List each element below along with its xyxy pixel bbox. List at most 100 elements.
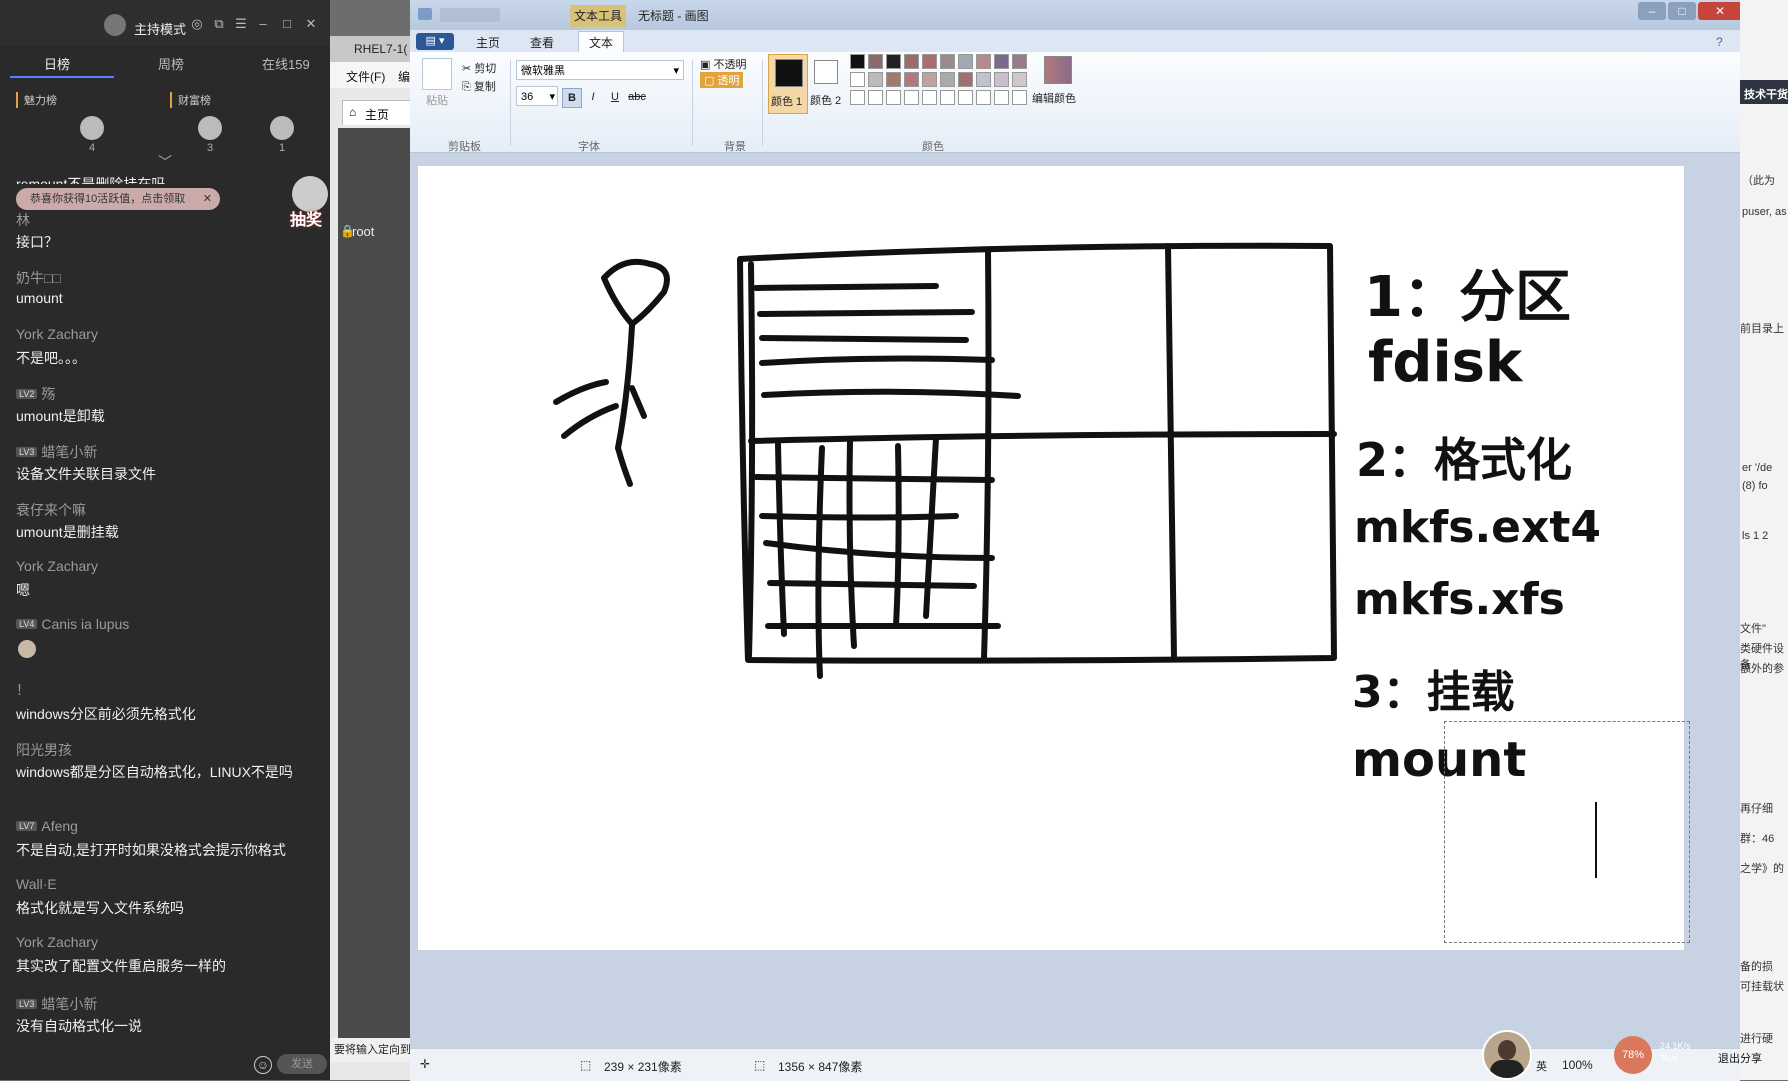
menu-icon[interactable]: ☰ — [234, 17, 248, 31]
palette-swatch[interactable] — [922, 54, 937, 69]
chat-username-row[interactable]: LV3 蜡笔小新 — [16, 994, 97, 1014]
performance-meter[interactable]: 78% — [1614, 1036, 1652, 1074]
edit-colors-icon[interactable] — [1044, 56, 1072, 84]
reward-toast[interactable]: 恭喜你获得10活跃值，点击领取 ✕ — [16, 188, 220, 210]
rank-avatar[interactable] — [198, 116, 222, 140]
chat-username[interactable]: York Zachary — [16, 934, 98, 950]
palette-swatch[interactable] — [868, 90, 883, 105]
paint-titlebar[interactable]: 文本工具 无标题 - 画图 – □ ✕ — [410, 0, 1742, 30]
palette-swatch[interactable] — [886, 90, 901, 105]
chat-username-row[interactable]: LV4 Canis ia lupus — [16, 616, 129, 632]
cut-button[interactable]: ✂ 剪切 — [462, 60, 496, 76]
charm-rank-header[interactable]: 魅力榜 — [16, 92, 57, 108]
palette-swatch[interactable] — [922, 90, 937, 105]
file-menu-button[interactable]: ▤ ▾ — [416, 33, 454, 50]
palette-swatch[interactable] — [940, 90, 955, 105]
palette-swatch[interactable] — [868, 54, 883, 69]
palette-swatch[interactable] — [994, 90, 1009, 105]
italic-button[interactable]: I — [584, 88, 602, 106]
chat-username[interactable]: 衰仔来个嘛 — [16, 500, 86, 520]
minimize-icon[interactable]: – — [256, 17, 270, 31]
palette-swatch[interactable] — [976, 90, 991, 105]
palette-swatch[interactable] — [868, 72, 883, 87]
paint-app-icon[interactable] — [418, 8, 432, 20]
palette-swatch[interactable] — [958, 54, 973, 69]
rank-avatar[interactable] — [80, 116, 104, 140]
chat-username[interactable]: Wall·E — [16, 876, 57, 892]
maximize-button[interactable]: □ — [1668, 2, 1696, 20]
palette-swatch[interactable] — [886, 72, 901, 87]
paste-label[interactable]: 粘贴 — [426, 92, 448, 108]
tab-online[interactable]: 在线159 — [262, 54, 310, 73]
wealth-rank-header[interactable]: 财富榜 — [170, 92, 211, 108]
palette-swatch[interactable] — [976, 54, 991, 69]
tab-text[interactable]: 文本 — [578, 31, 625, 53]
chat-username-row[interactable]: LV7 Afeng — [16, 818, 78, 834]
popout-icon[interactable]: ⧉ — [212, 17, 226, 31]
palette-swatch[interactable] — [1012, 54, 1027, 69]
quick-access-toolbar[interactable] — [440, 8, 500, 22]
vm-console[interactable] — [338, 128, 410, 1048]
palette-swatch[interactable] — [886, 54, 901, 69]
palette-swatch[interactable] — [850, 90, 865, 105]
login-user[interactable]: root — [352, 224, 374, 239]
stop-sharing-button[interactable]: 退出分享 — [1718, 1050, 1762, 1066]
palette-swatch[interactable] — [994, 54, 1009, 69]
help-icon[interactable]: ? — [1716, 35, 1723, 49]
zoom-level[interactable]: 100% — [1562, 1058, 1593, 1072]
strikethrough-button[interactable]: abc — [628, 88, 646, 106]
close-icon[interactable]: ✕ — [304, 17, 318, 31]
palette-swatch[interactable] — [976, 72, 991, 87]
chat-username[interactable]: 阳光男孩 — [16, 740, 72, 760]
underline-button[interactable]: U — [606, 88, 624, 106]
emoji-icon[interactable]: ☺ — [254, 1056, 272, 1074]
chat-username[interactable]: 林 — [16, 210, 30, 230]
palette-swatch[interactable] — [958, 90, 973, 105]
color2-button[interactable]: 颜色 2 — [810, 54, 842, 112]
font-family-select[interactable]: 微软雅黑 ▾ — [516, 60, 684, 80]
palette-swatch[interactable] — [940, 54, 955, 69]
chat-username-row[interactable]: LV3 蜡笔小新 — [16, 442, 97, 462]
tab-daily[interactable]: 日榜 — [44, 54, 70, 73]
palette-swatch[interactable] — [904, 72, 919, 87]
chat-username[interactable]: ！ — [16, 680, 30, 700]
chat-username[interactable]: 奶牛□□ — [16, 268, 61, 288]
tab-weekly[interactable]: 周榜 — [158, 54, 184, 73]
copy-button[interactable]: ⎘ 复制 — [462, 78, 496, 94]
rank-avatar[interactable] — [270, 116, 294, 140]
palette-swatch[interactable] — [904, 54, 919, 69]
rhel-titlebar[interactable]: RHEL7-1( — [330, 36, 410, 62]
bold-button[interactable]: B — [562, 88, 582, 108]
edit-colors-button[interactable]: 编辑颜色 — [1032, 90, 1076, 106]
paste-icon[interactable] — [422, 58, 452, 90]
ime-indicator[interactable]: 英 — [1536, 1058, 1547, 1074]
settings-icon[interactable]: ◎ — [190, 17, 204, 31]
font-size-select[interactable]: 36 ▾ — [516, 86, 558, 106]
palette-swatch[interactable] — [922, 72, 937, 87]
palette-swatch[interactable] — [850, 72, 865, 87]
palette-swatch[interactable] — [850, 54, 865, 69]
palette-swatch[interactable] — [958, 72, 973, 87]
opaque-option[interactable]: ▣ 不透明 — [700, 56, 746, 72]
chat-username[interactable]: York Zachary — [16, 558, 98, 574]
send-button[interactable]: 发送 — [277, 1054, 327, 1074]
close-icon[interactable]: ✕ — [203, 188, 212, 210]
chat-username[interactable]: York Zachary — [16, 326, 98, 342]
rhel-home-tab[interactable]: ⌂ 主页 — [342, 100, 412, 125]
palette-swatch[interactable] — [994, 72, 1009, 87]
tab-view[interactable]: 查看 — [530, 34, 554, 51]
maximize-icon[interactable]: □ — [280, 17, 294, 31]
transparent-option[interactable]: ▢ 透明 — [700, 72, 744, 88]
minimize-button[interactable]: – — [1638, 2, 1666, 20]
close-button[interactable]: ✕ — [1698, 2, 1742, 20]
chevron-down-icon[interactable]: ﹀ — [158, 152, 172, 172]
menu-file[interactable]: 文件(F) — [346, 68, 385, 85]
text-input-box[interactable] — [1444, 721, 1690, 943]
palette-swatch[interactable] — [1012, 90, 1027, 105]
rhel-vm-window[interactable]: RHEL7-1( 文件(F) 编 ⌂ 主页 🔒 root 要将输入定向到 — [330, 36, 412, 1080]
palette-swatch[interactable] — [940, 72, 955, 87]
palette-swatch[interactable] — [904, 90, 919, 105]
tab-home[interactable]: 主页 — [476, 34, 500, 51]
menu-edit[interactable]: 编 — [398, 68, 410, 85]
lottery-button[interactable]: 抽奖 — [290, 176, 330, 229]
